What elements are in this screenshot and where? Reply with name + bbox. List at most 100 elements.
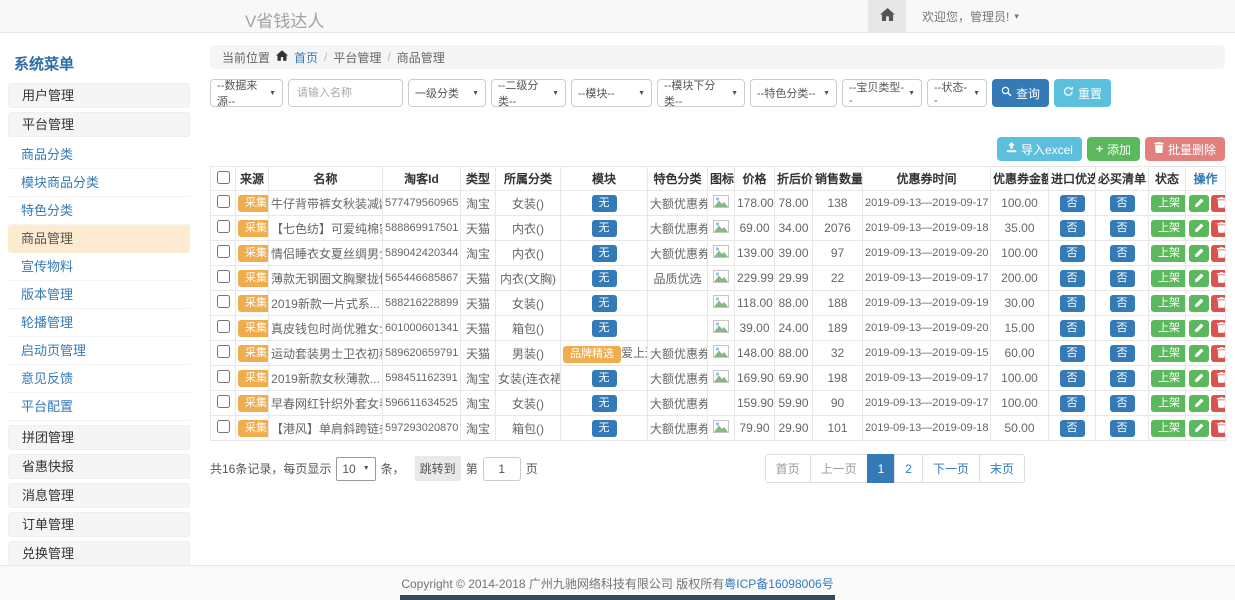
reset-button[interactable]: 重置 bbox=[1054, 79, 1111, 107]
icp-link[interactable]: 粤ICP备16098006号 bbox=[724, 575, 833, 592]
filter-status[interactable]: --状态--▼ bbox=[927, 79, 987, 107]
filter-level1-category[interactable]: 一级分类▼ bbox=[408, 79, 486, 107]
delete-button[interactable] bbox=[1211, 295, 1226, 312]
pager-prev[interactable]: 上一页 bbox=[810, 454, 868, 483]
batch-delete-button[interactable]: 批量删除 bbox=[1145, 137, 1225, 161]
row-checkbox[interactable] bbox=[217, 395, 230, 408]
pager-first[interactable]: 首页 bbox=[765, 454, 811, 483]
sidebar-sub-featured-categories[interactable]: 特色分类 bbox=[8, 197, 190, 225]
filter-data-source[interactable]: --数据来源--▼ bbox=[210, 79, 283, 107]
breadcrumb-level2[interactable]: 商品管理 bbox=[397, 49, 445, 66]
search-input[interactable] bbox=[288, 79, 403, 107]
must-buy-toggle[interactable]: 否 bbox=[1110, 395, 1135, 412]
pager-next[interactable]: 下一页 bbox=[922, 454, 980, 483]
filter-level2-category[interactable]: --二级分类--▼ bbox=[491, 79, 566, 107]
delete-button[interactable] bbox=[1211, 345, 1226, 362]
import-select-toggle[interactable]: 否 bbox=[1060, 195, 1085, 212]
filter-module[interactable]: --模块--▼ bbox=[571, 79, 652, 107]
row-checkbox[interactable] bbox=[217, 370, 230, 383]
row-checkbox[interactable] bbox=[217, 345, 230, 358]
import-select-toggle[interactable]: 否 bbox=[1060, 245, 1085, 262]
status-toggle[interactable]: 上架 bbox=[1151, 420, 1186, 437]
sidebar-sub-version-management[interactable]: 版本管理 bbox=[8, 281, 190, 309]
must-buy-toggle[interactable]: 否 bbox=[1110, 420, 1135, 437]
status-toggle[interactable]: 上架 bbox=[1151, 195, 1186, 212]
edit-button[interactable] bbox=[1189, 270, 1209, 287]
edit-button[interactable] bbox=[1189, 320, 1209, 337]
filter-module-subcategory[interactable]: --模块下分类--▼ bbox=[657, 79, 745, 107]
sidebar-item-exchange-management[interactable]: 兑换管理 bbox=[8, 541, 190, 566]
sidebar-item-groupbuy-management[interactable]: 拼团管理 bbox=[8, 425, 190, 450]
row-checkbox[interactable] bbox=[217, 220, 230, 233]
delete-button[interactable] bbox=[1211, 220, 1226, 237]
row-checkbox[interactable] bbox=[217, 295, 230, 308]
status-toggle[interactable]: 上架 bbox=[1151, 270, 1186, 287]
breadcrumb-level1[interactable]: 平台管理 bbox=[333, 49, 381, 66]
user-menu[interactable]: 欢迎您，管理员! ▾ bbox=[922, 8, 1019, 25]
must-buy-toggle[interactable]: 否 bbox=[1110, 295, 1135, 312]
status-toggle[interactable]: 上架 bbox=[1151, 295, 1186, 312]
delete-button[interactable] bbox=[1211, 320, 1226, 337]
pager-last[interactable]: 末页 bbox=[979, 454, 1025, 483]
sidebar-sub-feedback[interactable]: 意见反馈 bbox=[8, 365, 190, 393]
row-checkbox[interactable] bbox=[217, 320, 230, 333]
filter-featured-category[interactable]: --特色分类--▼ bbox=[750, 79, 837, 107]
status-toggle[interactable]: 上架 bbox=[1151, 345, 1186, 362]
add-button[interactable]: + 添加 bbox=[1087, 137, 1140, 161]
import-select-toggle[interactable]: 否 bbox=[1060, 420, 1085, 437]
row-checkbox[interactable] bbox=[217, 195, 230, 208]
import-select-toggle[interactable]: 否 bbox=[1060, 270, 1085, 287]
import-select-toggle[interactable]: 否 bbox=[1060, 345, 1085, 362]
edit-button[interactable] bbox=[1189, 220, 1209, 237]
sidebar-sub-product-categories[interactable]: 商品分类 bbox=[8, 141, 190, 169]
pager-page-1[interactable]: 1 bbox=[867, 454, 896, 483]
jump-page-input[interactable] bbox=[483, 457, 521, 481]
must-buy-toggle[interactable]: 否 bbox=[1110, 270, 1135, 287]
delete-button[interactable] bbox=[1211, 395, 1226, 412]
sidebar-item-user-management[interactable]: 用户管理 bbox=[8, 83, 190, 108]
sidebar-sub-product-management[interactable]: 商品管理 bbox=[8, 225, 190, 253]
edit-button[interactable] bbox=[1189, 345, 1209, 362]
edit-button[interactable] bbox=[1189, 370, 1209, 387]
status-toggle[interactable]: 上架 bbox=[1151, 220, 1186, 237]
sidebar-sub-carousel-management[interactable]: 轮播管理 bbox=[8, 309, 190, 337]
sidebar-sub-module-product-categories[interactable]: 模块商品分类 bbox=[8, 169, 190, 197]
pager-page-2[interactable]: 2 bbox=[894, 454, 923, 483]
must-buy-toggle[interactable]: 否 bbox=[1110, 370, 1135, 387]
must-buy-toggle[interactable]: 否 bbox=[1110, 220, 1135, 237]
sidebar-sub-splash-page-management[interactable]: 启动页管理 bbox=[8, 337, 190, 365]
sidebar-item-order-management[interactable]: 订单管理 bbox=[8, 512, 190, 537]
must-buy-toggle[interactable]: 否 bbox=[1110, 345, 1135, 362]
import-select-toggle[interactable]: 否 bbox=[1060, 320, 1085, 337]
import-select-toggle[interactable]: 否 bbox=[1060, 220, 1085, 237]
import-select-toggle[interactable]: 否 bbox=[1060, 370, 1085, 387]
filter-item-type[interactable]: --宝贝类型--▼ bbox=[842, 79, 922, 107]
sidebar-item-platform-management[interactable]: 平台管理 bbox=[8, 112, 190, 137]
delete-button[interactable] bbox=[1211, 270, 1226, 287]
row-checkbox[interactable] bbox=[217, 420, 230, 433]
row-checkbox[interactable] bbox=[217, 245, 230, 258]
must-buy-toggle[interactable]: 否 bbox=[1110, 320, 1135, 337]
delete-button[interactable] bbox=[1211, 245, 1226, 262]
import-excel-button[interactable]: 导入excel bbox=[997, 137, 1082, 161]
sidebar-item-savings-express[interactable]: 省惠快报 bbox=[8, 454, 190, 479]
select-all-checkbox[interactable] bbox=[217, 171, 230, 184]
edit-button[interactable] bbox=[1189, 245, 1209, 262]
import-select-toggle[interactable]: 否 bbox=[1060, 295, 1085, 312]
status-toggle[interactable]: 上架 bbox=[1151, 370, 1186, 387]
delete-button[interactable] bbox=[1211, 195, 1226, 212]
home-button[interactable] bbox=[868, 0, 906, 32]
delete-button[interactable] bbox=[1211, 420, 1226, 437]
row-checkbox[interactable] bbox=[217, 270, 230, 283]
per-page-select[interactable]: 10 ▼ bbox=[336, 457, 375, 481]
must-buy-toggle[interactable]: 否 bbox=[1110, 195, 1135, 212]
import-select-toggle[interactable]: 否 bbox=[1060, 395, 1085, 412]
sidebar-item-message-management[interactable]: 消息管理 bbox=[8, 483, 190, 508]
status-toggle[interactable]: 上架 bbox=[1151, 245, 1186, 262]
edit-button[interactable] bbox=[1189, 395, 1209, 412]
edit-button[interactable] bbox=[1189, 295, 1209, 312]
jump-button[interactable]: 跳转到 bbox=[415, 456, 461, 481]
breadcrumb-home-link[interactable]: 首页 bbox=[294, 49, 318, 66]
delete-button[interactable] bbox=[1211, 370, 1226, 387]
status-toggle[interactable]: 上架 bbox=[1151, 395, 1186, 412]
